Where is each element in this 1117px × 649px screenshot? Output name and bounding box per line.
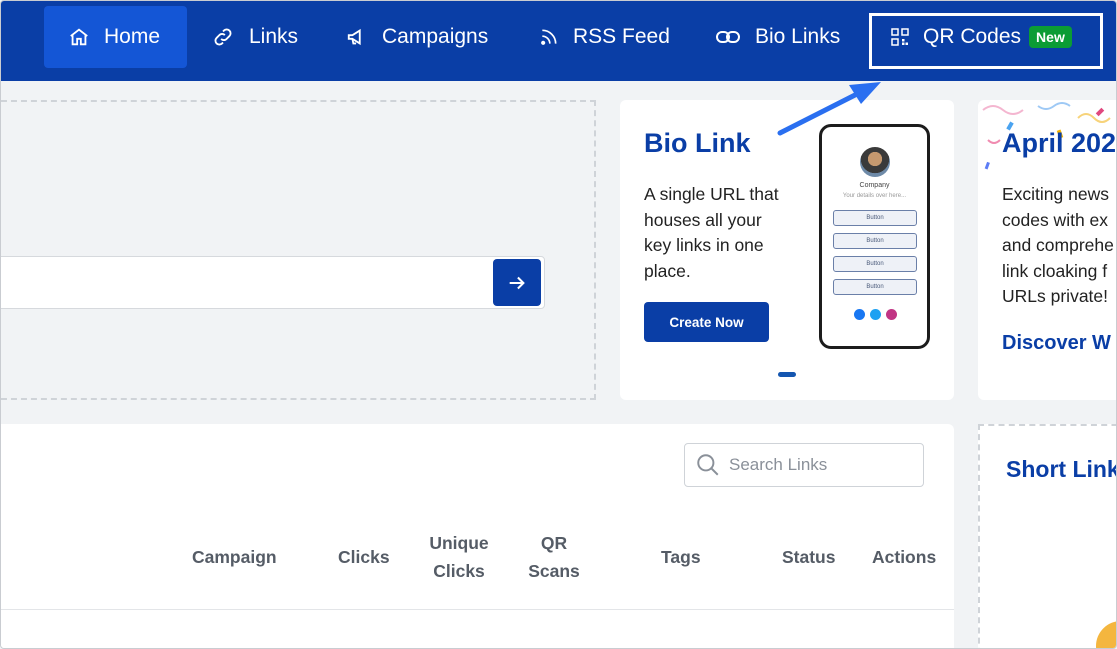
announcement-line: codes with ex — [1002, 209, 1109, 230]
rss-icon — [541, 29, 557, 45]
avatar — [860, 147, 890, 177]
nav-bio-label: Bio Links — [755, 25, 841, 48]
shorten-panel — [1, 100, 596, 400]
announcement-line: URLs private! — [1002, 286, 1109, 306]
nav-campaigns[interactable]: Campaigns — [346, 6, 488, 68]
bio-link-icon — [716, 31, 740, 43]
nav-bio-links[interactable]: Bio Links — [715, 6, 840, 68]
bio-card-description: A single URL that houses all your key li… — [644, 182, 814, 284]
column-header-clicks[interactable]: Clicks — [338, 543, 390, 571]
column-header-tags[interactable]: Tags — [661, 543, 701, 571]
phone-button: Button — [833, 210, 917, 226]
carousel-indicator[interactable] — [778, 372, 796, 377]
twitter-icon — [870, 309, 881, 320]
announcement-line: and comprehe — [1002, 235, 1114, 255]
column-header-unique-clicks[interactable]: Unique Clicks — [427, 529, 491, 585]
url-input[interactable] — [1, 256, 545, 309]
announcement-card: April 202 Exciting news codes with ex an… — [978, 100, 1117, 400]
nav-rss[interactable]: RSS Feed — [539, 6, 670, 68]
bio-card-line: place. — [644, 260, 691, 281]
shorten-submit-button[interactable] — [493, 259, 541, 306]
header-line: Scans — [528, 561, 580, 581]
search-links-input[interactable]: Search Links — [684, 443, 924, 487]
header-line: QR — [540, 533, 568, 553]
top-nav: Home Links Campaigns RSS Feed Bio Links … — [1, 1, 1116, 81]
nav-home-label: Home — [104, 25, 161, 48]
column-header-actions[interactable]: Actions — [872, 543, 936, 571]
announcement-line: link cloaking f — [1002, 260, 1108, 281]
short-link-title: Short Link — [1006, 456, 1117, 482]
bio-card-line: key links in one — [644, 235, 764, 255]
phone-button: Button — [833, 279, 917, 295]
column-header-qr-scans[interactable]: QR Scans — [525, 529, 583, 585]
qr-codes-highlight — [869, 13, 1103, 69]
search-placeholder: Search Links — [729, 455, 828, 474]
column-header-campaign[interactable]: Campaign — [192, 543, 277, 571]
arrow-right-icon — [509, 276, 525, 289]
announcement-line: Exciting news — [1002, 184, 1109, 204]
phone-company: Company — [859, 182, 890, 189]
header-line: Unique — [429, 533, 489, 553]
nav-links-label: Links — [249, 25, 299, 48]
facebook-icon — [854, 309, 865, 320]
discover-link[interactable]: Discover W — [1002, 332, 1111, 355]
phone-button: Button — [833, 233, 917, 249]
megaphone-icon — [347, 28, 361, 46]
app-window: Home Links Campaigns RSS Feed Bio Links … — [0, 0, 1117, 649]
nav-links[interactable]: Links — [211, 6, 298, 68]
phone-button: Button — [833, 256, 917, 272]
link-icon — [214, 28, 232, 46]
column-header-status[interactable]: Status — [782, 543, 835, 571]
announcement-description: Exciting news codes with ex and comprehe… — [1002, 182, 1116, 310]
bio-card-line: houses all your — [644, 209, 762, 230]
phone-mockup: Company Your details over here... Button… — [819, 124, 930, 349]
create-now-button[interactable]: Create Now — [644, 302, 769, 342]
search-icon — [697, 454, 719, 476]
instagram-icon — [886, 309, 897, 320]
table-divider — [1, 609, 954, 610]
announcement-title: April 202 — [1002, 128, 1117, 158]
nav-rss-label: RSS Feed — [573, 25, 670, 48]
nav-campaigns-label: Campaigns — [382, 25, 489, 48]
home-icon — [70, 28, 88, 46]
bio-link-card: Bio Link A single URL that houses all yo… — [620, 100, 954, 400]
bio-card-line: A single URL that — [644, 184, 779, 204]
header-line: Clicks — [433, 561, 485, 581]
nav-home[interactable]: Home — [44, 6, 187, 68]
phone-subtitle: Your details over here... — [842, 193, 907, 199]
bio-card-title: Bio Link — [644, 128, 751, 158]
